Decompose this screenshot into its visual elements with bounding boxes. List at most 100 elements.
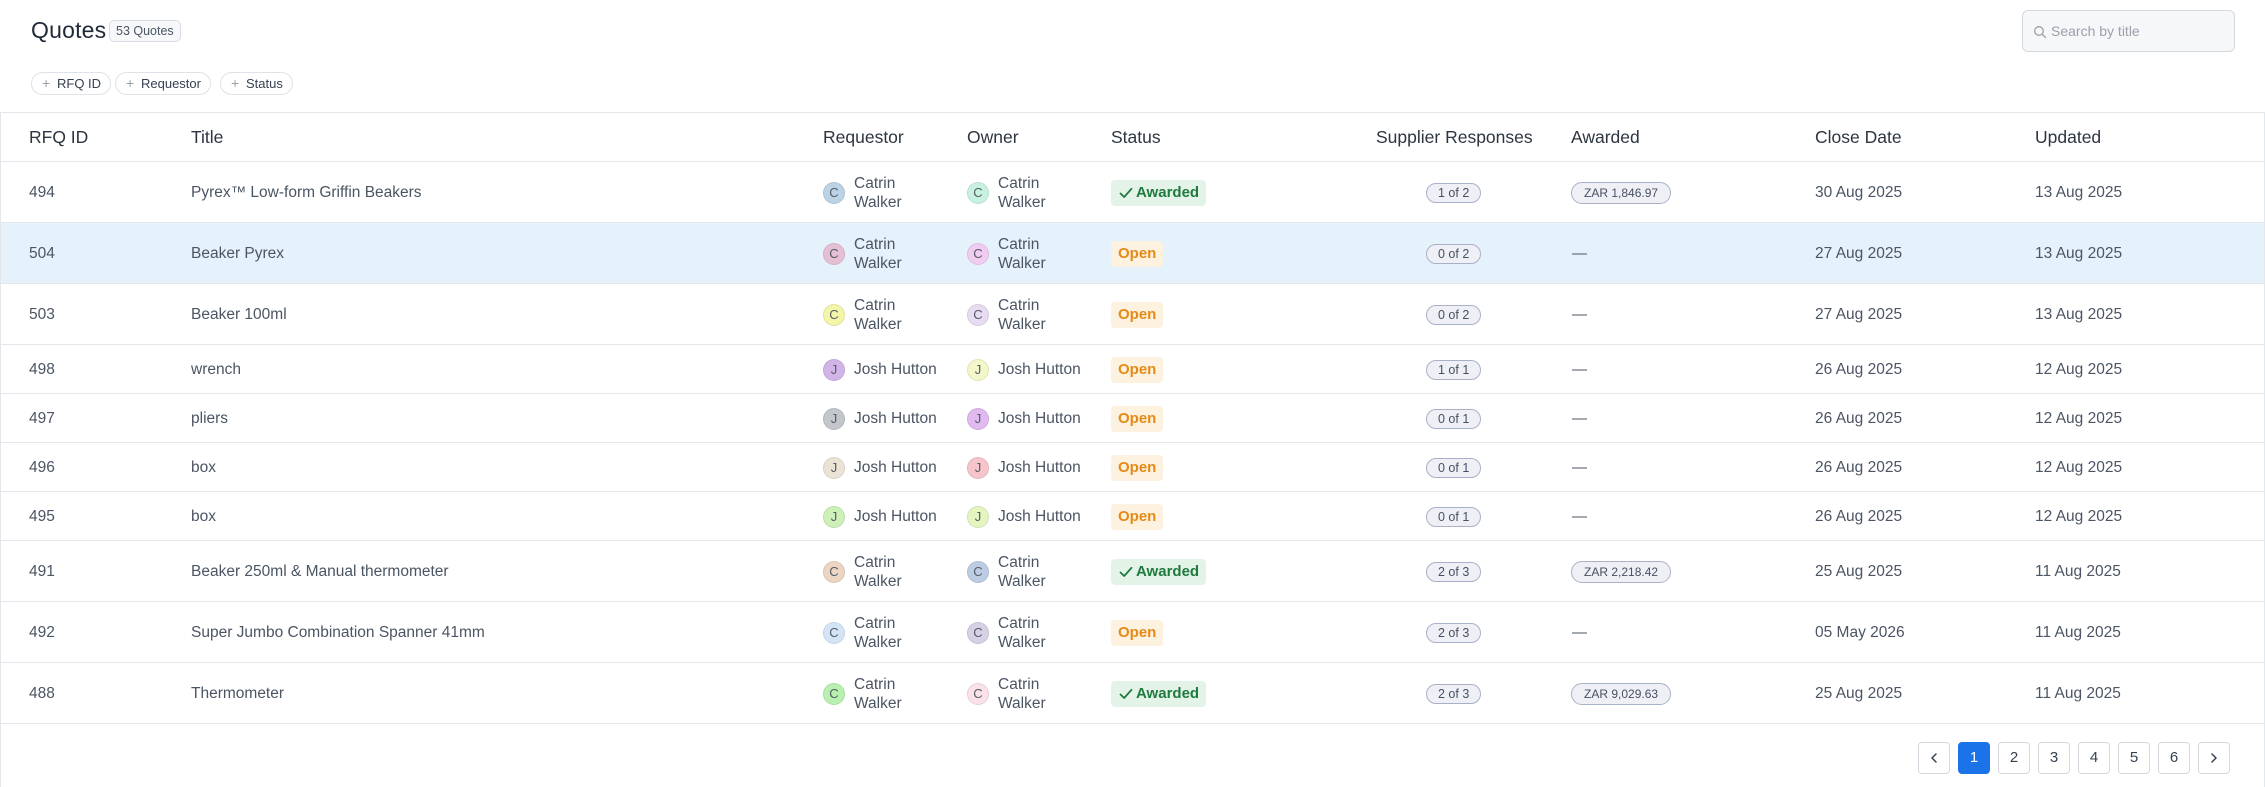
rfq-id-cell: 495 — [29, 507, 55, 525]
updated-cell: 12 Aug 2025 — [2035, 409, 2123, 427]
column-header-status[interactable]: Status — [1111, 127, 1161, 148]
filter-status[interactable]: + Status — [220, 72, 293, 95]
person-name: Catrin Walker — [998, 614, 1046, 651]
avatar: J — [967, 358, 989, 381]
awarded-empty: — — [1572, 305, 1587, 323]
rfq-id-cell: 494 — [29, 183, 55, 201]
person-name: Josh Hutton — [854, 410, 937, 427]
awarded-empty: — — [1572, 360, 1587, 378]
filter-rfq-id[interactable]: + RFQ ID — [31, 72, 112, 95]
status-badge: Open — [1111, 356, 1164, 383]
table-header: RFQ ID Title Requestor Owner Status Supp… — [1, 113, 2264, 162]
title-cell[interactable]: wrench — [191, 361, 241, 379]
supplier-responses-badge: 0 of 2 — [1426, 243, 1482, 264]
title-cell[interactable]: Beaker 100ml — [191, 306, 287, 324]
updated-cell: 12 Aug 2025 — [2035, 507, 2123, 525]
person-name: Catrin Walker — [854, 614, 902, 651]
status-badge: Open — [1111, 301, 1164, 328]
person-name: Catrin Walker — [854, 174, 902, 211]
owner-cell: J Josh Hutton — [967, 505, 1098, 528]
awarded-amount-badge: ZAR 9,029.63 — [1571, 682, 1672, 705]
avatar: C — [967, 303, 989, 326]
title-cell[interactable]: Beaker Pyrex — [191, 245, 284, 263]
title-cell[interactable]: Super Jumbo Combination Spanner 41mm — [191, 624, 485, 642]
status-label: Open — [1118, 623, 1157, 641]
chevron-left-icon — [1931, 753, 1937, 763]
search-box[interactable] — [2022, 10, 2235, 52]
close-date-cell: 26 Aug 2025 — [1815, 360, 1903, 378]
close-date-cell: 27 Aug 2025 — [1815, 244, 1903, 262]
pagination-prev-button[interactable] — [1918, 742, 1950, 774]
filter-label: Status — [246, 76, 283, 91]
pagination-page-5[interactable]: 5 — [2118, 742, 2150, 774]
owner-cell: C Catrin Walker — [967, 614, 1066, 652]
owner-cell: C Catrin Walker — [967, 553, 1066, 591]
pagination-page-3[interactable]: 3 — [2038, 742, 2070, 774]
updated-cell: 11 Aug 2025 — [2035, 562, 2121, 580]
status-badge: Open — [1111, 405, 1164, 432]
person-name: Catrin Walker — [854, 296, 902, 333]
person-name: Josh Hutton — [998, 361, 1081, 378]
person-name: Josh Hutton — [854, 459, 937, 476]
supplier-responses-badge: 0 of 1 — [1426, 408, 1482, 429]
rfq-id-cell: 491 — [29, 562, 55, 580]
updated-cell: 12 Aug 2025 — [2035, 458, 2123, 476]
close-date-cell: 26 Aug 2025 — [1815, 458, 1903, 476]
column-header-awarded[interactable]: Awarded — [1571, 127, 1640, 148]
column-header-title[interactable]: Title — [191, 127, 223, 148]
updated-cell: 13 Aug 2025 — [2035, 305, 2123, 323]
search-icon — [2034, 26, 2047, 39]
search-input[interactable] — [2051, 11, 2231, 51]
pagination-next-button[interactable] — [2198, 742, 2230, 774]
avatar: C — [967, 181, 989, 204]
updated-cell: 12 Aug 2025 — [2035, 360, 2123, 378]
updated-cell: 13 Aug 2025 — [2035, 183, 2123, 201]
title-cell[interactable]: box — [191, 459, 216, 477]
avatar: C — [967, 560, 989, 583]
table-row[interactable]: 492 Super Jumbo Combination Spanner 41mm C… — [1, 602, 2264, 663]
title-cell[interactable]: Beaker 250ml & Manual thermometer — [191, 563, 449, 581]
table-row[interactable]: 495 box J Josh Hutton J Josh Hutton Open 0 of 1… — [1, 492, 2264, 541]
rfq-id-cell: 498 — [29, 360, 55, 378]
supplier-responses-badge: 0 of 1 — [1426, 506, 1482, 527]
avatar: J — [823, 358, 845, 381]
avatar: J — [967, 407, 989, 430]
pagination-page-2[interactable]: 2 — [1998, 742, 2030, 774]
person-name: Catrin Walker — [854, 675, 902, 712]
column-header-close-date[interactable]: Close Date — [1815, 127, 1902, 148]
column-header-supplier-responses[interactable]: Supplier Responses — [1376, 127, 1533, 148]
table-row[interactable]: 488 Thermometer C Catrin Walker C Catrin Walk… — [1, 663, 2264, 724]
column-header-owner[interactable]: Owner — [967, 127, 1019, 148]
column-header-rfq-id[interactable]: RFQ ID — [29, 127, 88, 148]
pagination-page-4[interactable]: 4 — [2078, 742, 2110, 774]
table-row[interactable]: 496 box J Josh Hutton J Josh Hutton Open 0 of 1… — [1, 443, 2264, 492]
title-cell[interactable]: Thermometer — [191, 685, 284, 703]
pagination-page-6[interactable]: 6 — [2158, 742, 2190, 774]
avatar: J — [823, 505, 845, 528]
title-cell[interactable]: Pyrex™ Low-form Griffin Beakers — [191, 184, 422, 202]
avatar: C — [823, 242, 845, 265]
supplier-responses-badge: 2 of 3 — [1426, 561, 1482, 582]
status-badge: Awarded — [1111, 680, 1207, 707]
table-row[interactable]: 503 Beaker 100ml C Catrin Walker C Catrin Wal… — [1, 284, 2264, 345]
filter-requestor[interactable]: + Requestor — [115, 72, 211, 95]
pagination-page-1[interactable]: 1 — [1958, 742, 1990, 774]
avatar: C — [967, 242, 989, 265]
person-name: Josh Hutton — [998, 508, 1081, 525]
table-row[interactable]: 494 Pyrex™ Low-form Griffin Beakers C Catri… — [1, 162, 2264, 223]
column-header-updated[interactable]: Updated — [2035, 127, 2101, 148]
table-row[interactable]: 498 wrench J Josh Hutton J Josh Hutton Open 1 o… — [1, 345, 2264, 394]
person-name: Josh Hutton — [998, 410, 1081, 427]
person-name: Catrin Walker — [854, 553, 902, 590]
status-badge: Open — [1111, 454, 1164, 481]
avatar: J — [967, 456, 989, 479]
updated-cell: 11 Aug 2025 — [2035, 623, 2121, 641]
title-cell[interactable]: box — [191, 508, 216, 526]
column-header-requestor[interactable]: Requestor — [823, 127, 904, 148]
table-row[interactable]: 504 Beaker Pyrex C Catrin Walker C Catrin Wal… — [1, 223, 2264, 284]
awarded-empty: — — [1572, 507, 1587, 525]
title-cell[interactable]: pliers — [191, 410, 228, 428]
chevron-right-icon — [2211, 753, 2217, 763]
table-row[interactable]: 497 pliers J Josh Hutton J Josh Hutton Open 0 o… — [1, 394, 2264, 443]
table-row[interactable]: 491 Beaker 250ml & Manual thermometer C Cat… — [1, 541, 2264, 602]
